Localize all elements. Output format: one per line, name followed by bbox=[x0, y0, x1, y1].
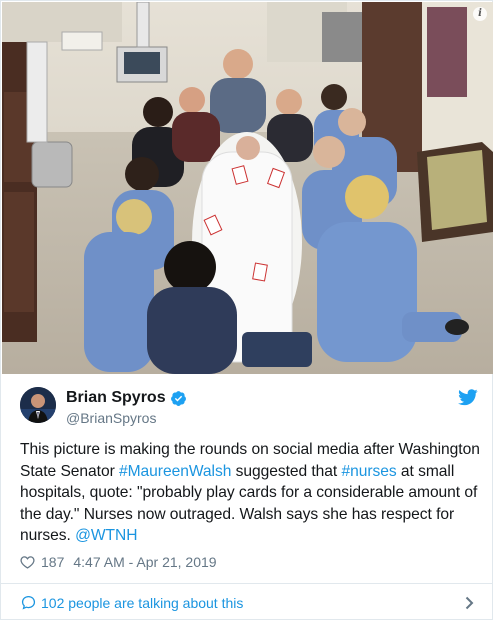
info-icon[interactable]: i bbox=[473, 7, 487, 21]
avatar-photo-icon bbox=[20, 387, 56, 423]
tweet-card: i Brian Spyros @BrianSpyros This picture… bbox=[0, 0, 493, 620]
verified-icon bbox=[170, 390, 186, 406]
author-handle[interactable]: @BrianSpyros bbox=[66, 410, 187, 426]
tweet-meta: 187 4:47 AM - Apr 21, 2019 bbox=[20, 554, 217, 570]
mention-link-wtnh[interactable]: @WTNH bbox=[75, 527, 137, 544]
author-names: Brian Spyros @BrianSpyros bbox=[66, 389, 187, 426]
tweet-photo[interactable]: i bbox=[2, 2, 493, 374]
chevron-right-icon bbox=[465, 596, 474, 610]
conversation-link[interactable]: 102 people are talking about this bbox=[1, 584, 493, 621]
tweet-text-part: suggested that bbox=[231, 462, 342, 480]
hashtag-link-nurses[interactable]: #nurses bbox=[342, 463, 397, 480]
timestamp[interactable]: 4:47 AM - Apr 21, 2019 bbox=[73, 554, 216, 570]
heart-icon[interactable] bbox=[20, 555, 35, 569]
display-name[interactable]: Brian Spyros bbox=[66, 389, 166, 407]
tweet-text: This picture is making the rounds on soc… bbox=[20, 439, 480, 547]
twitter-bird-icon[interactable] bbox=[458, 389, 478, 406]
display-name-row: Brian Spyros bbox=[66, 389, 187, 407]
bubble-icon bbox=[21, 595, 36, 610]
like-count: 187 bbox=[41, 554, 65, 570]
hashtag-link-maureenwalsh[interactable]: #MaureenWalsh bbox=[119, 463, 231, 480]
hospital-room-photo bbox=[2, 2, 493, 374]
avatar[interactable] bbox=[20, 387, 56, 423]
conversation-label: 102 people are talking about this bbox=[41, 594, 244, 611]
tweet-header: Brian Spyros @BrianSpyros bbox=[20, 387, 480, 431]
